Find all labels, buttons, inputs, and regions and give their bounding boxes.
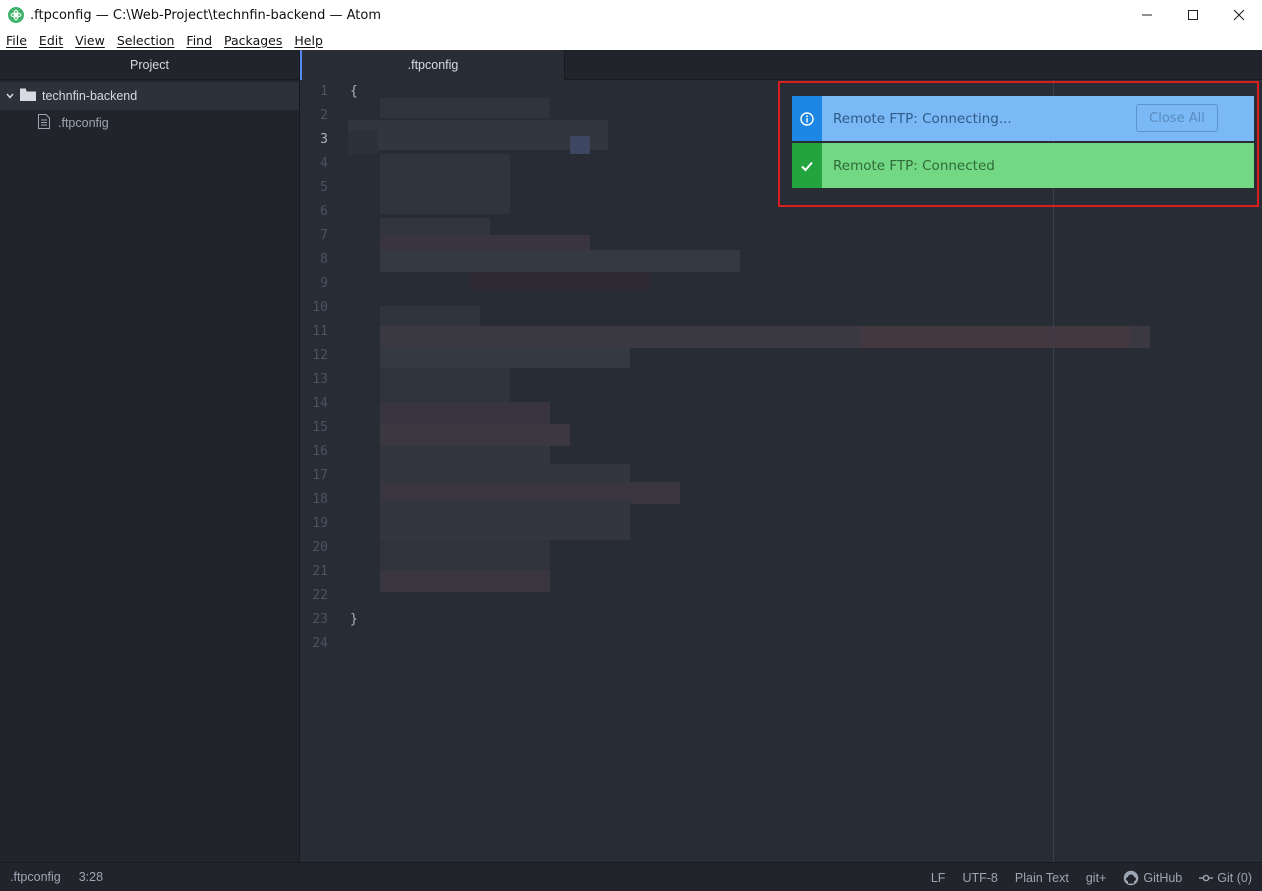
line-number: 20 [312,540,328,555]
tree-root-label: technfin-backend [42,89,138,103]
line-number: 13 [312,372,328,387]
menu-edit[interactable]: Edit [39,33,63,48]
notification-info-message: Remote FTP: Connecting... [833,110,1012,127]
tree-file-label: .ftpconfig [58,116,109,130]
line-number: 5 [320,180,328,195]
check-icon [792,143,822,188]
menu-selection[interactable]: Selection [117,33,175,48]
status-git-plus[interactable]: git+ [1086,871,1107,885]
minimize-icon [1142,14,1152,16]
menu-view[interactable]: View [75,33,105,48]
status-cursor-position[interactable]: 3:28 [79,870,103,884]
menu-help[interactable]: Help [294,33,323,48]
line-number: 7 [320,228,328,243]
github-icon [1124,870,1139,885]
line-number: 9 [320,276,328,291]
git-commit-icon [1199,874,1214,881]
menu-find[interactable]: Find [186,33,212,48]
atom-app-icon [8,7,24,23]
status-bar: .ftpconfig 3:28 LF UTF-8 Plain Text git+… [0,862,1262,891]
line-number: 19 [312,516,328,531]
line-number: 18 [312,492,328,507]
code-line-open-brace: { [350,84,358,99]
info-icon [792,96,822,141]
maximize-icon [1188,10,1198,20]
status-github-label: GitHub [1143,870,1183,885]
line-number: 17 [312,468,328,483]
folder-icon [20,88,36,104]
line-number: 2 [320,108,328,123]
status-grammar[interactable]: Plain Text [1015,871,1069,885]
window-title: .ftpconfig — C:\Web-Project\technfin-bac… [30,7,382,23]
notification-success-message: Remote FTP: Connected [833,157,995,174]
title-bar: .ftpconfig — C:\Web-Project\technfin-bac… [0,0,1262,30]
line-number: 24 [312,636,328,651]
line-number: 15 [312,420,328,435]
line-number: 22 [312,588,328,603]
tree-file-ftpconfig[interactable]: .ftpconfig [0,110,299,136]
status-github[interactable]: GitHub [1123,870,1182,886]
tab-bar: .ftpconfig [300,50,1262,80]
close-icon [1233,9,1245,21]
line-number: 12 [312,348,328,363]
tree-header[interactable]: Project [0,50,299,80]
code-area[interactable]: { } [350,80,358,632]
status-encoding[interactable]: UTF-8 [962,871,997,885]
notification-area: Remote FTP: Connecting... Close All Remo… [778,81,1259,207]
line-number: 21 [312,564,328,579]
code-line-close-brace: } [350,612,358,627]
status-git[interactable]: Git (0) [1199,871,1252,885]
line-number-gutter: 1 2 3 4 5 6 7 8 9 10 11 12 13 14 15 16 1… [300,80,340,656]
chevron-down-icon[interactable] [0,91,20,101]
tree-view: Project technfin-backend .ftpconfig [0,50,300,862]
notification-info[interactable]: Remote FTP: Connecting... Close All [792,96,1254,141]
status-line-ending[interactable]: LF [931,871,946,885]
line-number: 11 [312,324,328,339]
tab-ftpconfig[interactable]: .ftpconfig [300,50,565,80]
line-number-current: 3 [320,132,328,147]
notification-success[interactable]: Remote FTP: Connected [792,143,1254,188]
minimize-button[interactable] [1124,0,1170,30]
line-number: 8 [320,252,328,267]
line-number: 16 [312,444,328,459]
menu-packages[interactable]: Packages [224,33,282,48]
line-number: 14 [312,396,328,411]
status-git-label: Git (0) [1217,870,1252,885]
close-window-button[interactable] [1216,0,1262,30]
line-number: 1 [320,84,328,99]
file-text-icon [38,114,50,132]
line-number: 4 [320,156,328,171]
line-number: 23 [312,612,328,627]
menu-file[interactable]: File [6,33,27,48]
status-file-name[interactable]: .ftpconfig [10,870,61,884]
line-number: 10 [312,300,328,315]
close-all-button[interactable]: Close All [1136,104,1218,132]
menu-bar: File Edit View Selection Find Packages H… [0,30,1262,50]
line-number: 6 [320,204,328,219]
maximize-button[interactable] [1170,0,1216,30]
tree-root-folder[interactable]: technfin-backend [0,82,299,110]
